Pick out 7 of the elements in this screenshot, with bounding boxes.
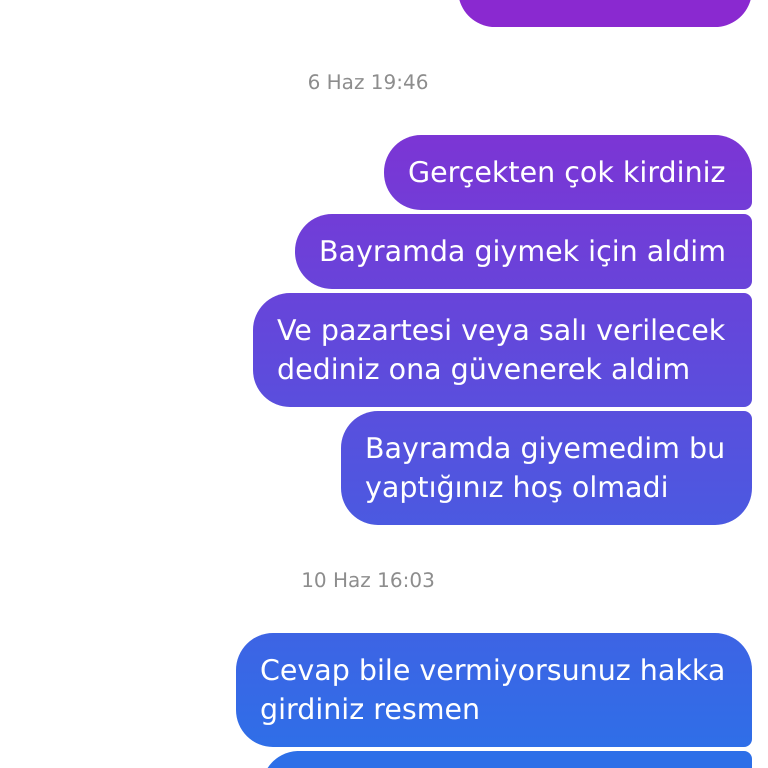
- message-bubble: Bayramda giyemedim bu yaptığınız hoş olmadi: [341, 411, 752, 525]
- message-bubble: Cevap bile vermiyorsunuz hakka girdiniz resmen: [236, 633, 752, 747]
- message-bubble: Gerçekten çok kirdiniz: [384, 135, 752, 210]
- timestamp: 6 Haz 19:46: [308, 70, 428, 94]
- timestamp: 10 Haz 16:03: [301, 568, 435, 592]
- message-bubble: Bayramda giymek için aldim: [295, 214, 752, 289]
- message-bubble: Ve pazartesi veya salı verilecek dediniz ona güvenerek aldim: [253, 293, 752, 407]
